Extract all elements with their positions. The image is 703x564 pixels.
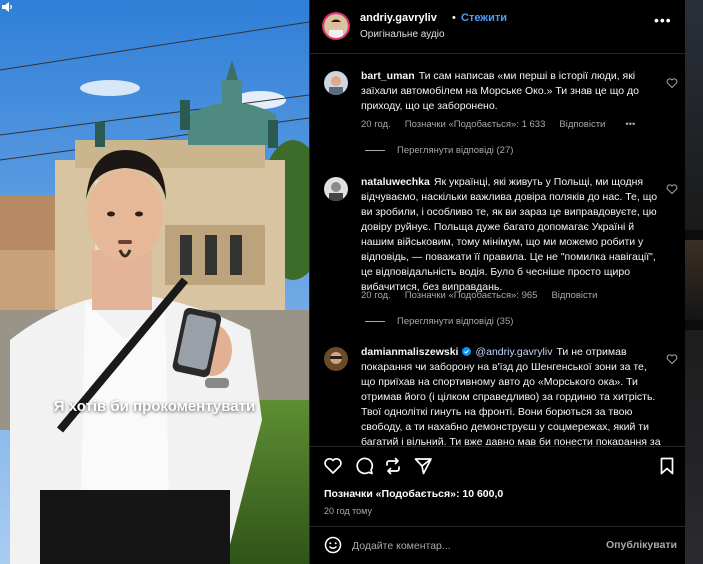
author-avatar[interactable]: [322, 12, 350, 40]
comment-meta: 20 год. Позначки «Подобається»: 1 633 Відп…: [361, 119, 649, 130]
comment-more-icon[interactable]: •••: [625, 119, 635, 130]
bookmark-icon[interactable]: [657, 456, 677, 476]
comment-meta: 20 год. Позначки «Подобається»: 965 Відпов…: [361, 290, 611, 301]
view-replies-label: Переглянути відповіді (27): [397, 145, 514, 156]
comment-icon[interactable]: [354, 456, 374, 476]
comment-username[interactable]: nataluwechka: [361, 176, 430, 188]
author-username[interactable]: andriy.gavryliv: [360, 12, 437, 24]
comment-text: damianmaliszewski @andriy.gavryliv Ти не о…: [361, 345, 661, 445]
post-timestamp: 20 год тому: [324, 506, 372, 516]
heart-icon[interactable]: [666, 183, 678, 195]
post-detail-panel: andriy.gavryliv • Стежити Оригінальне ау…: [309, 0, 686, 564]
audio-label[interactable]: Оригінальне аудіо: [360, 29, 445, 40]
comments-list[interactable]: bart_uman Ти сам написав «ми перші в істо…: [310, 55, 686, 445]
comment-body: Ти не отримав покарання чи заборону на в…: [361, 346, 661, 445]
comment-text: bart_uman Ти сам написав «ми перші в істо…: [361, 69, 661, 114]
comment-composer: Опублікувати: [310, 526, 686, 564]
more-options-icon[interactable]: •••: [654, 12, 672, 28]
comment-time: 20 год.: [361, 290, 391, 301]
likes-count[interactable]: Позначки «Подобається»: 10 600,0: [324, 488, 503, 500]
commenter-avatar[interactable]: [324, 71, 348, 95]
video-caption: Я хотів би прокоментувати: [53, 398, 256, 415]
publish-button[interactable]: Опублікувати: [606, 539, 677, 551]
comment-mention[interactable]: @andriy.gavryliv: [475, 346, 552, 358]
verified-badge-icon: [462, 347, 472, 356]
view-replies-button[interactable]: Переглянути відповіді (27): [365, 145, 513, 156]
comment-text: nataluwechka Як українці, які живуть у По…: [361, 175, 661, 295]
comment-likes[interactable]: Позначки «Подобається»: 965: [405, 290, 538, 301]
comment-likes[interactable]: Позначки «Подобається»: 1 633: [405, 119, 546, 130]
view-replies-label: Переглянути відповіді (35): [397, 316, 514, 327]
emoji-icon[interactable]: [324, 536, 342, 554]
commenter-avatar[interactable]: [324, 347, 348, 371]
heart-icon[interactable]: [666, 77, 678, 89]
reel-video[interactable]: Я хотів би прокоментувати: [0, 0, 309, 564]
comment-time: 20 год.: [361, 119, 391, 130]
video-frame: [0, 0, 309, 564]
heart-icon[interactable]: [323, 456, 343, 476]
follow-button[interactable]: Стежити: [461, 12, 507, 24]
post-header: andriy.gavryliv • Стежити Оригінальне ау…: [310, 0, 686, 54]
repost-icon[interactable]: [383, 456, 403, 476]
comment-input[interactable]: [352, 536, 592, 556]
reply-button[interactable]: Відповісти: [551, 290, 597, 301]
reply-button[interactable]: Відповісти: [559, 119, 605, 130]
comment-body: Як українці, які живуть у Польщі, ми щод…: [361, 176, 658, 293]
heart-icon[interactable]: [666, 353, 678, 365]
background-edge: [685, 0, 703, 564]
share-icon[interactable]: [413, 456, 433, 476]
speaker-icon[interactable]: [0, 0, 14, 14]
post-actions: Позначки «Подобається»: 10 600,0 20 год …: [310, 446, 686, 526]
commenter-avatar[interactable]: [324, 177, 348, 201]
separator-dot: •: [452, 12, 456, 24]
comment-username[interactable]: damianmaliszewski: [361, 346, 458, 358]
comment-username[interactable]: bart_uman: [361, 70, 415, 82]
view-replies-button[interactable]: Переглянути відповіді (35): [365, 316, 513, 327]
